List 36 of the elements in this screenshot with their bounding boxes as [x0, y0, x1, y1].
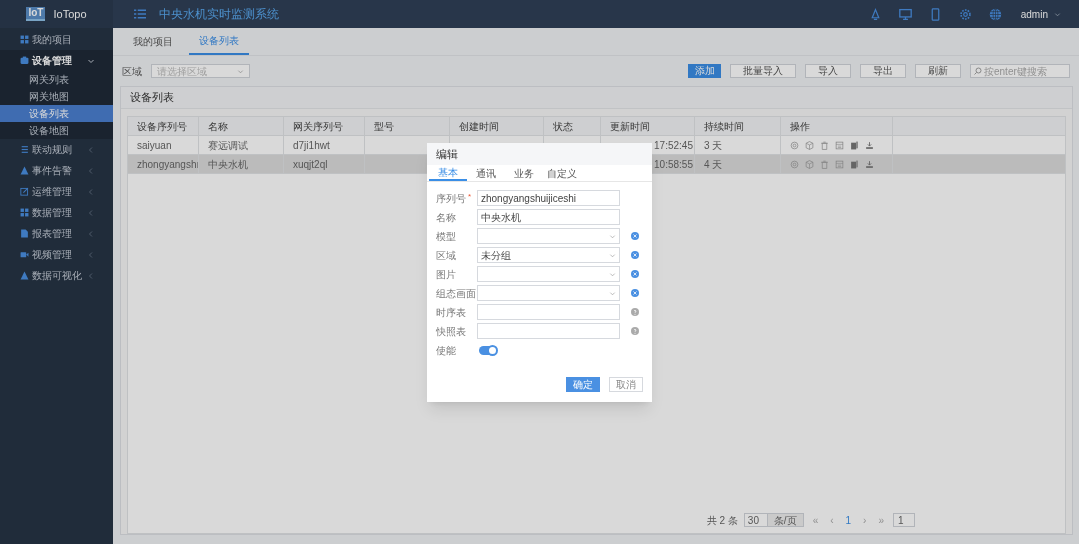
table-cell-text: zhongyangshı: [137, 157, 198, 172]
logo: IoT: [26, 7, 46, 21]
column-header: 持续时间: [704, 119, 744, 134]
column-header: 操作: [790, 119, 810, 134]
dialog-title: 编辑: [436, 146, 458, 162]
table-cell-text: 赛远调试: [208, 138, 248, 153]
column-header: 更新时间: [610, 119, 650, 134]
table-cell-text: d7ji1hwt: [293, 138, 330, 153]
pagination-total: 共 2 条: [706, 513, 738, 528]
table-cell-text: 4 天: [704, 157, 723, 172]
field-label: 组态画面: [436, 286, 476, 301]
field-label: 区域: [122, 64, 142, 79]
column-header: 状态: [553, 119, 573, 134]
table-cell-text: 10:58:55: [654, 157, 693, 172]
field-label: 模型: [436, 229, 456, 244]
field-label: 快照表: [436, 324, 466, 339]
panel-title: 设备列表: [130, 90, 174, 106]
column-header: 创建时间: [459, 119, 499, 134]
field-label: 使能: [436, 343, 456, 358]
page-title: 中央水机实时监测系统: [159, 6, 280, 23]
column-header: 名称: [208, 119, 228, 134]
field-label: 图片: [436, 267, 456, 282]
column-header: 型号: [374, 119, 394, 134]
column-header: 网关序列号: [293, 119, 343, 134]
table-cell-text: xuqjt2ql: [293, 157, 328, 172]
table-cell-text: saiyuan: [137, 138, 172, 153]
field-label: 时序表: [436, 305, 466, 320]
table-cell-text: 17:52:45: [654, 138, 693, 153]
brand-name: IoTopo: [53, 6, 87, 22]
required-mark: *: [468, 190, 472, 203]
field-label: 序列号: [436, 191, 466, 206]
table-cell-text: 中央水机: [208, 157, 248, 172]
field-label: 名称: [436, 210, 456, 225]
column-header: 设备序列号: [137, 119, 187, 134]
table-cell-text: 3 天: [704, 138, 723, 153]
field-label: 区域: [436, 248, 456, 263]
